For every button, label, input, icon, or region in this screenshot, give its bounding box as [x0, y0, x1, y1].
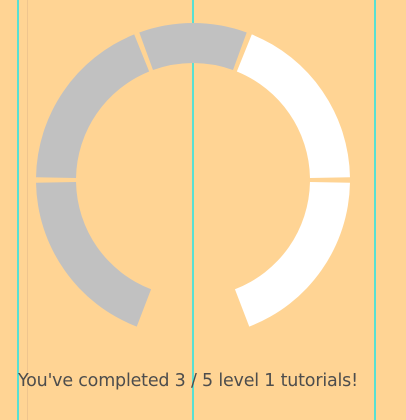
tutorial-progress-text: You've completed 3 / 5 level 1 tutorials…: [18, 371, 358, 391]
progress-segment-1: [36, 182, 152, 327]
tutorial-progress-ring: [36, 22, 350, 327]
progress-segment-5: [234, 182, 350, 327]
progress-segment-3: [139, 22, 247, 71]
progress-segment-2: [36, 34, 150, 178]
progress-segment-4: [236, 34, 350, 178]
